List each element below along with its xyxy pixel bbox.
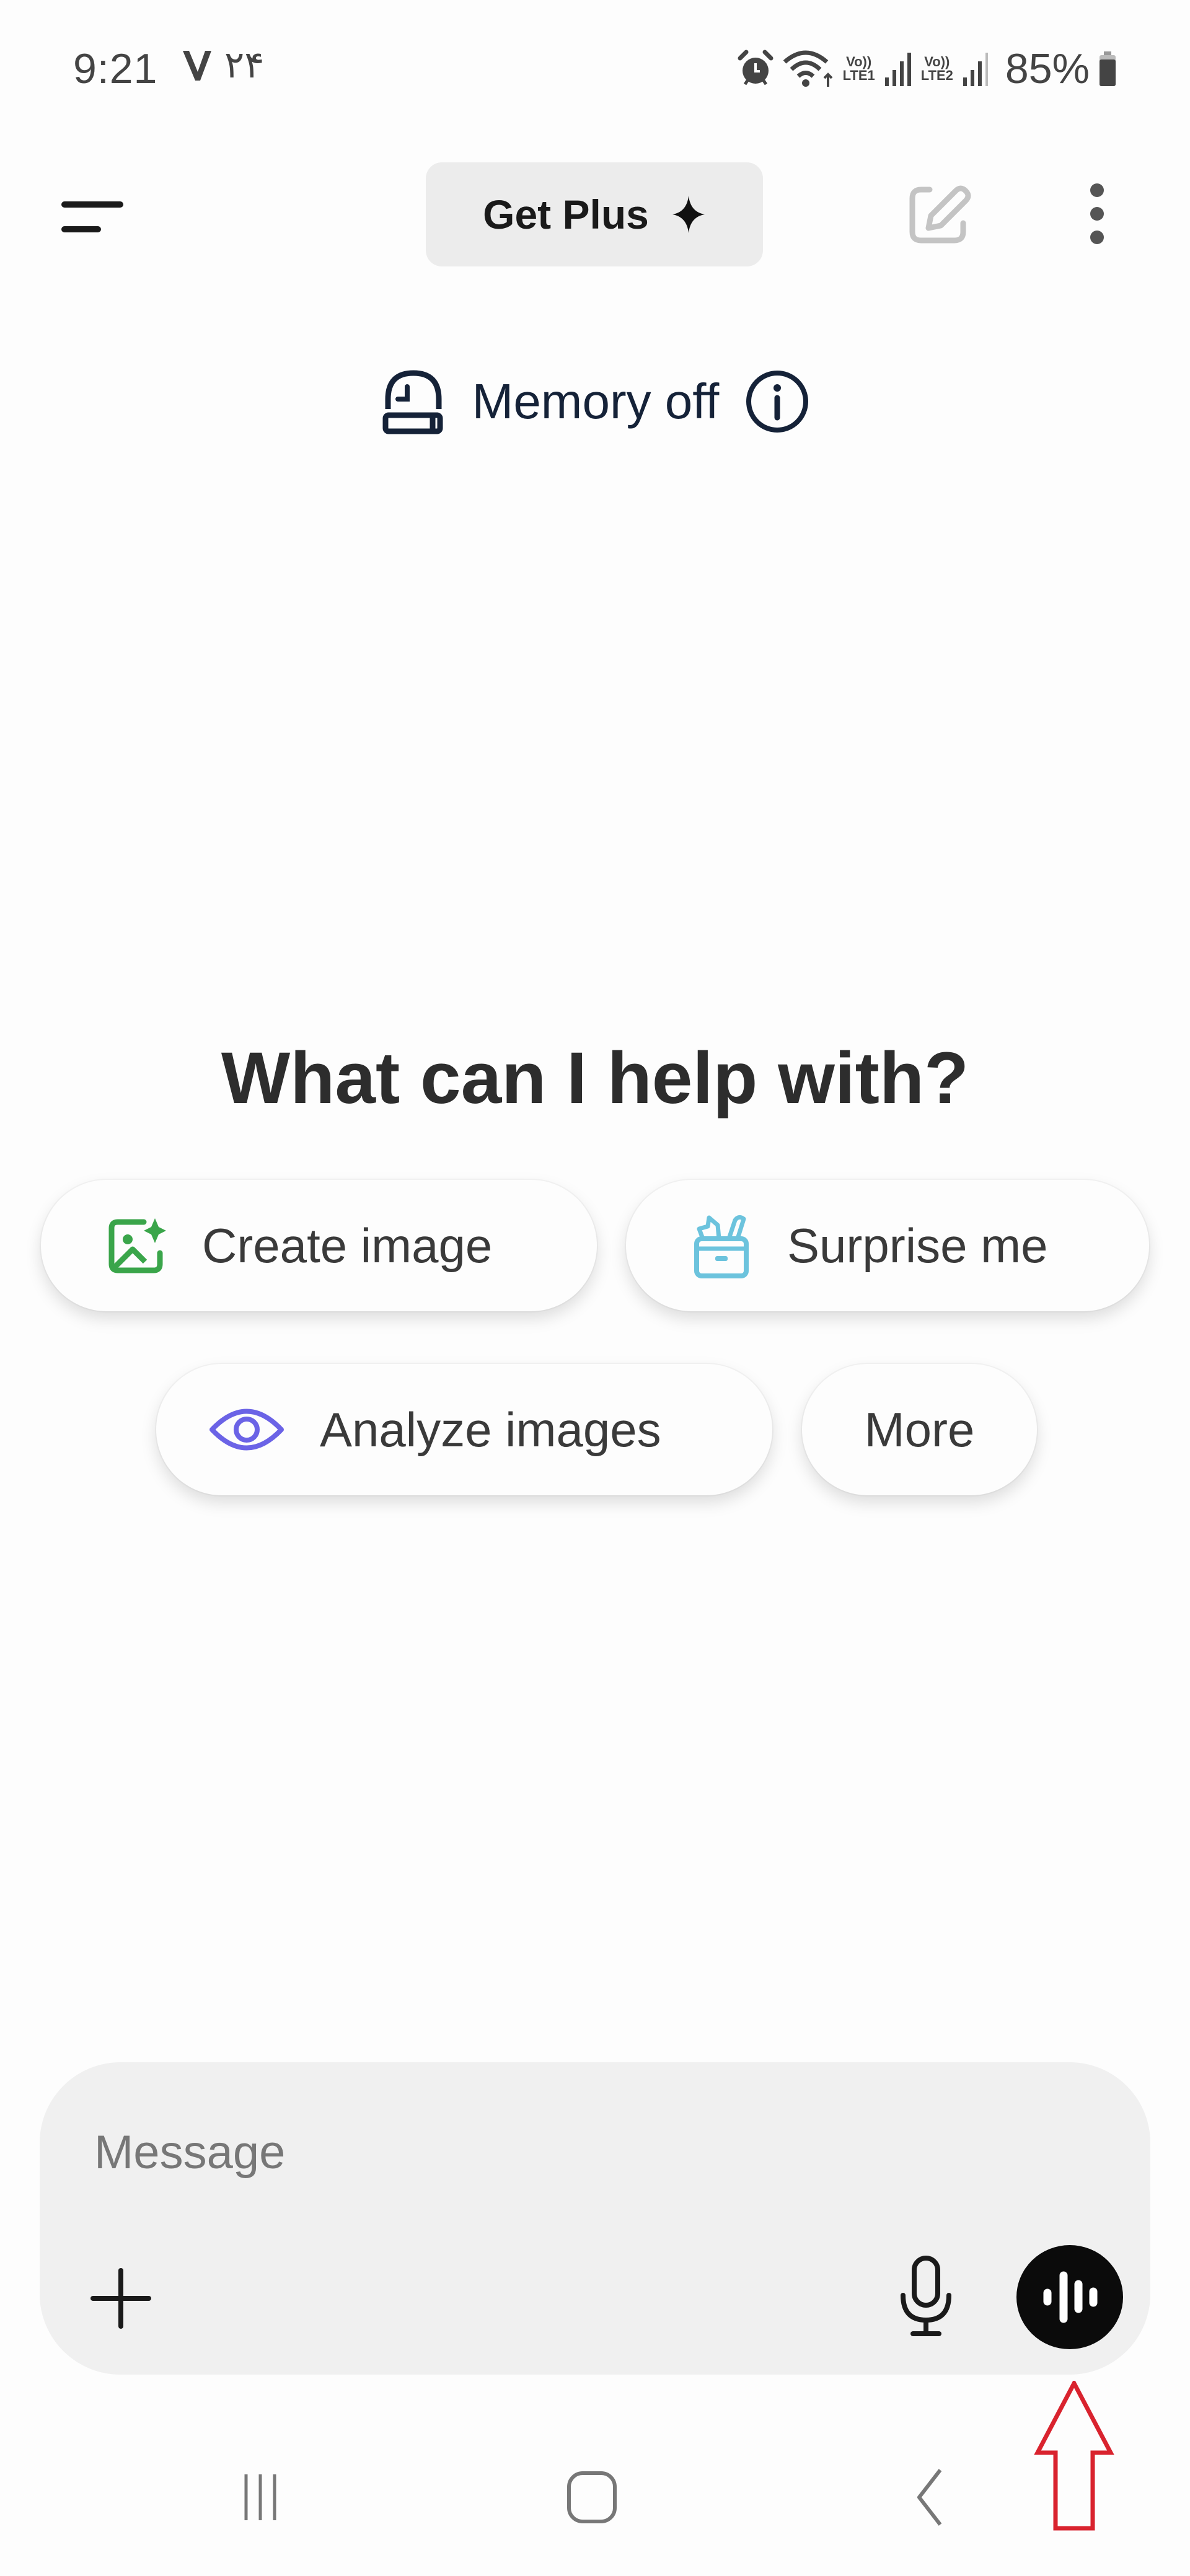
alarm-icon — [738, 50, 774, 86]
back-icon — [917, 2469, 942, 2526]
battery-icon — [1100, 51, 1116, 86]
edit-icon — [909, 185, 971, 244]
memory-icon — [382, 369, 443, 434]
suggestion-more[interactable]: More — [802, 1364, 1037, 1495]
info-icon[interactable] — [744, 368, 811, 435]
more-vertical-icon — [1090, 183, 1104, 244]
voice-mode-button[interactable] — [1016, 2245, 1123, 2349]
image-create-icon — [108, 1218, 166, 1273]
suggestion-surprise-me[interactable]: Surprise me — [626, 1180, 1149, 1311]
nav-recents-button[interactable] — [223, 2463, 298, 2531]
annotation-arrow-icon — [1034, 2381, 1114, 2531]
home-icon — [567, 2471, 617, 2523]
more-options-button[interactable] — [1072, 177, 1122, 251]
dictate-button[interactable] — [892, 2248, 960, 2341]
status-date: ۲۴ — [224, 43, 265, 87]
lte2-signal-icon — [963, 53, 988, 86]
new-chat-button[interactable] — [905, 180, 973, 248]
battery-percent: 85% — [1005, 45, 1090, 92]
lte1-signal-icon — [884, 53, 911, 86]
voice-waveform-icon — [1043, 2271, 1098, 2323]
status-icons: Vo)) LTE1 Vo)) LTE2 85% — [738, 41, 1117, 97]
status-time: 9:21 — [73, 45, 158, 92]
suggestion-create-image[interactable]: Create image — [41, 1180, 597, 1311]
plus-icon — [90, 2268, 151, 2329]
suggestion-label: Create image — [202, 1218, 493, 1273]
main-heading: What can I help with? — [221, 1037, 969, 1119]
gift-box-icon — [694, 1215, 749, 1278]
nav-back-button[interactable] — [892, 2463, 967, 2531]
memory-status[interactable]: Memory off — [0, 366, 1190, 437]
nav-home-button[interactable] — [555, 2463, 629, 2531]
menu-button[interactable] — [57, 186, 131, 248]
microphone-icon — [901, 2256, 951, 2336]
attach-button[interactable] — [87, 2257, 155, 2337]
message-input[interactable] — [94, 2118, 962, 2186]
eye-icon — [209, 1409, 284, 1451]
composer — [40, 2062, 1150, 2375]
get-plus-label: Get Plus — [483, 191, 649, 237]
suggestion-label: Surprise me — [787, 1218, 1048, 1273]
memory-label: Memory off — [472, 373, 720, 429]
menu-icon — [61, 201, 123, 232]
lte2-label: Vo)) LTE2 — [920, 54, 953, 83]
recents-icon — [244, 2474, 276, 2520]
suggestion-label: Analyze images — [320, 1402, 661, 1457]
v-check-icon — [183, 51, 211, 81]
sparkle-icon — [672, 196, 705, 233]
lte1-label: Vo)) LTE1 — [842, 54, 875, 83]
wifi-icon — [783, 50, 832, 87]
get-plus-button[interactable]: Get Plus — [426, 162, 763, 266]
suggestion-analyze-images[interactable]: Analyze images — [156, 1364, 772, 1495]
suggestion-label: More — [864, 1402, 975, 1457]
